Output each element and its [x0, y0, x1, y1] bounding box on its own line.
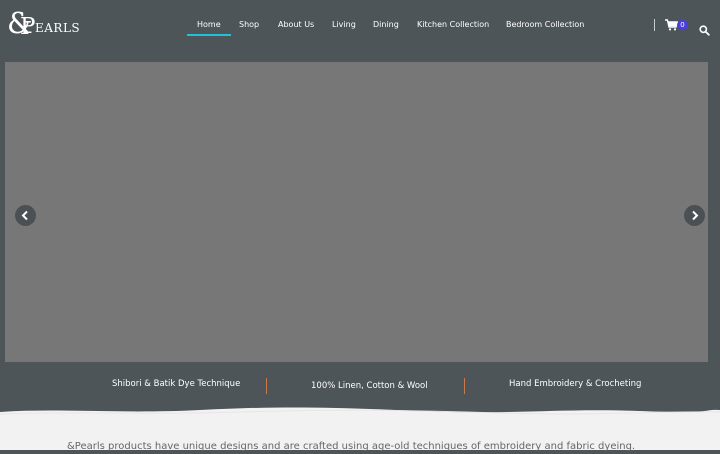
feature-dye-technique: Shibori & Batik Dye Technique — [112, 379, 241, 389]
intro-section: &Pearls products have unique designs and… — [0, 416, 720, 452]
nav-item-living[interactable]: Living — [332, 19, 356, 37]
nav-item-shop[interactable]: Shop — [239, 19, 259, 37]
hero-slider[interactable] — [5, 62, 708, 362]
cart-count-badge: 0 — [677, 20, 688, 30]
logo-letter-p: P — [20, 14, 36, 40]
nav-item-bedroom-collection[interactable]: Bedroom Collection — [506, 19, 584, 37]
site-header: & P EARLS Home Shop About Us Living Dini… — [0, 0, 720, 58]
feature-embroidery: Hand Embroidery & Crocheting — [509, 379, 642, 389]
nav-item-about-us[interactable]: About Us — [278, 19, 314, 37]
feature-separator — [464, 378, 465, 394]
search-button[interactable] — [699, 21, 710, 36]
brand-logo[interactable]: & P EARLS — [7, 6, 81, 42]
cart-button[interactable]: 0 — [665, 18, 689, 34]
nav-item-dining[interactable]: Dining — [373, 19, 399, 37]
chevron-left-icon — [21, 210, 28, 221]
header-divider — [654, 19, 655, 31]
feature-separator — [266, 378, 267, 394]
search-icon — [699, 25, 710, 36]
nav-item-home[interactable]: Home — [187, 19, 231, 37]
logo-text: EARLS — [35, 21, 81, 35]
feature-fabrics: 100% Linen, Cotton & Wool — [311, 381, 428, 391]
slider-prev-button[interactable] — [15, 205, 36, 226]
nav-item-kitchen-collection[interactable]: Kitchen Collection — [417, 19, 489, 37]
intro-text: &Pearls products have unique designs and… — [67, 441, 636, 452]
slider-next-button[interactable] — [684, 205, 705, 226]
chevron-right-icon — [692, 210, 699, 221]
